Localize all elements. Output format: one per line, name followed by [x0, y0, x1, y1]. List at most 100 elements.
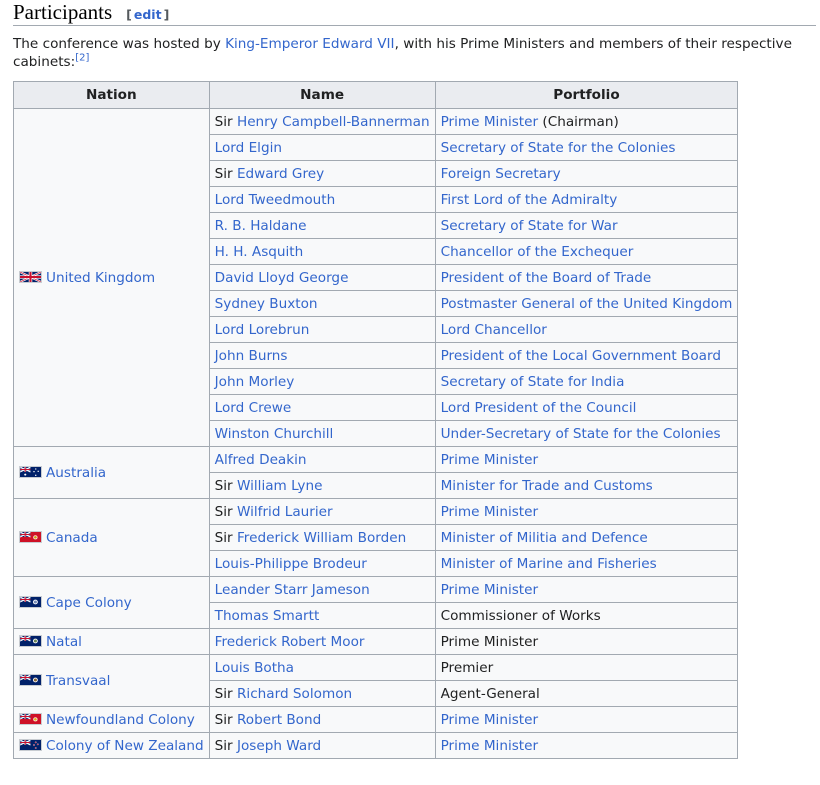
person-link[interactable]: Louis-Philippe Brodeur [215, 556, 367, 572]
portfolio-cell: Prime Minister [434, 498, 739, 525]
person-link[interactable]: Sydney Buxton [215, 296, 318, 312]
person-link[interactable]: Henry Campbell-Bannerman [237, 114, 430, 130]
portfolio-cell: Secretary of State for War [434, 212, 739, 239]
nation-link[interactable]: Australia [46, 465, 106, 481]
name-cell: John Morley [208, 368, 436, 395]
nation-cell: United Kingdom [13, 108, 210, 447]
person-link[interactable]: Joseph Ward [237, 738, 321, 754]
column-header-portfolio: Portfolio [434, 81, 739, 109]
portfolio-link[interactable]: Minister of Militia and Defence [441, 530, 648, 546]
portfolio-cell: Under-Secretary of State for the Colonie… [434, 420, 739, 447]
name-cell: Sir Joseph Ward [208, 732, 436, 759]
edit-section-link[interactable]: edit [134, 7, 162, 22]
person-link[interactable]: John Morley [215, 374, 295, 390]
person-link[interactable]: Thomas Smartt [215, 608, 320, 624]
title-prefix: Sir [214, 529, 237, 546]
person-link[interactable]: Lord Lorebrun [215, 322, 310, 338]
portfolio-cell: Prime Minister [434, 628, 739, 655]
title-prefix: Sir [214, 711, 237, 728]
portfolio-link[interactable]: President of the Local Government Board [441, 348, 721, 364]
person-link[interactable]: Alfred Deakin [215, 452, 307, 468]
portfolio-link[interactable]: Foreign Secretary [441, 166, 561, 182]
nation-link[interactable]: United Kingdom [46, 270, 155, 286]
portfolio-link[interactable]: Minister for Trade and Customs [441, 478, 653, 494]
host-link[interactable]: King-Emperor Edward VII [225, 36, 394, 52]
portfolio-link[interactable]: Lord President of the Council [441, 400, 637, 416]
person-link[interactable]: John Burns [215, 348, 288, 364]
portfolio-link[interactable]: Prime Minister [441, 712, 539, 728]
person-link[interactable]: Robert Bond [237, 712, 321, 728]
portfolio-link[interactable]: Postmaster General of the United Kingdom [441, 296, 733, 312]
person-link[interactable]: Winston Churchill [215, 426, 334, 442]
nation-link[interactable]: Canada [46, 530, 98, 546]
portfolio-cell: Secretary of State for the Colonies [434, 134, 739, 161]
person-link[interactable]: William Lyne [237, 478, 323, 494]
nation-link[interactable]: Cape Colony [46, 595, 132, 611]
reference-superscript: [2] [75, 52, 89, 63]
cape-colony-flag-icon [19, 595, 42, 608]
portfolio-link[interactable]: President of the Board of Trade [441, 270, 652, 286]
name-cell: Winston Churchill [208, 420, 436, 447]
portfolio-link[interactable]: Prime Minister [441, 582, 539, 598]
portfolio-link[interactable]: Prime Minister [441, 738, 539, 754]
nation-link[interactable]: Natal [46, 634, 82, 650]
person-link[interactable]: R. B. Haldane [215, 218, 307, 234]
person-link[interactable]: Leander Starr Jameson [215, 582, 370, 598]
table-row: Australia Alfred Deakin Prime Minister [13, 446, 739, 499]
canada-flag-icon [19, 530, 42, 543]
portfolio-cell: Foreign Secretary [434, 160, 739, 187]
name-cell: Sir Edward Grey [208, 160, 436, 187]
title-prefix: Sir [214, 737, 237, 754]
portfolio-cell: Lord President of the Council [434, 394, 739, 421]
portfolio-link[interactable]: Secretary of State for India [441, 374, 625, 390]
person-link[interactable]: David Lloyd George [215, 270, 349, 286]
person-link[interactable]: Frederick Robert Moor [215, 634, 365, 650]
nation-link[interactable]: Newfoundland Colony [46, 712, 195, 728]
name-cell: Lord Elgin [208, 134, 436, 161]
person-link[interactable]: Frederick William Borden [237, 530, 406, 546]
portfolio-link[interactable]: Prime Minister [441, 452, 539, 468]
person-link[interactable]: Wilfrid Laurier [237, 504, 333, 520]
nation-link[interactable]: Transvaal [46, 673, 110, 689]
portfolio-suffix: (Chairman) [538, 113, 619, 130]
title-prefix: Sir [214, 477, 237, 494]
portfolio-link[interactable]: Prime Minister [441, 504, 539, 520]
person-link[interactable]: Lord Crewe [215, 400, 292, 416]
portfolio-link[interactable]: First Lord of the Admiralty [441, 192, 618, 208]
name-cell: Leander Starr Jameson [208, 576, 436, 603]
portfolio-cell: Prime Minister [434, 446, 739, 473]
table-header-row: Nation Name Portfolio [13, 81, 739, 109]
name-cell: Sir Frederick William Borden [208, 524, 436, 551]
nation-link[interactable]: Colony of New Zealand [46, 738, 204, 754]
portfolio-link[interactable]: Under-Secretary of State for the Colonie… [441, 426, 721, 442]
nation-cell: Natal [13, 628, 210, 655]
person-link[interactable]: Louis Botha [215, 660, 294, 676]
portfolio-link[interactable]: Secretary of State for War [441, 218, 618, 234]
person-link[interactable]: Richard Solomon [237, 686, 352, 702]
title-prefix: Sir [214, 113, 237, 130]
portfolio-link[interactable]: Minister of Marine and Fisheries [441, 556, 657, 572]
portfolio-cell: Agent-General [434, 680, 739, 707]
reference-link[interactable]: [2] [75, 52, 89, 63]
person-link[interactable]: Lord Tweedmouth [215, 192, 336, 208]
table-row: Newfoundland Colony Sir Robert Bond Prime … [13, 706, 739, 733]
person-link[interactable]: Lord Elgin [215, 140, 282, 156]
portfolio-cell: Premier [434, 654, 739, 681]
title-prefix: Sir [214, 685, 237, 702]
person-link[interactable]: H. H. Asquith [215, 244, 304, 260]
portfolio-link[interactable]: Secretary of State for the Colonies [441, 140, 676, 156]
name-cell: Sir Henry Campbell-Bannerman [208, 108, 436, 135]
name-cell: Sir Robert Bond [208, 706, 436, 733]
section-heading: Participants [edit] [13, 0, 816, 26]
portfolio-cell: President of the Local Government Board [434, 342, 739, 369]
portfolio-link[interactable]: Lord Chancellor [441, 322, 547, 338]
portfolio-link[interactable]: Prime Minister [441, 114, 539, 130]
person-link[interactable]: Edward Grey [237, 166, 324, 182]
name-cell: Lord Tweedmouth [208, 186, 436, 213]
name-cell: Louis Botha [208, 654, 436, 681]
name-cell: Sir Richard Solomon [208, 680, 436, 707]
natal-flag-icon [19, 634, 42, 647]
name-cell: Sir William Lyne [208, 472, 436, 499]
portfolio-link[interactable]: Chancellor of the Exchequer [441, 244, 634, 260]
name-cell: Sydney Buxton [208, 290, 436, 317]
